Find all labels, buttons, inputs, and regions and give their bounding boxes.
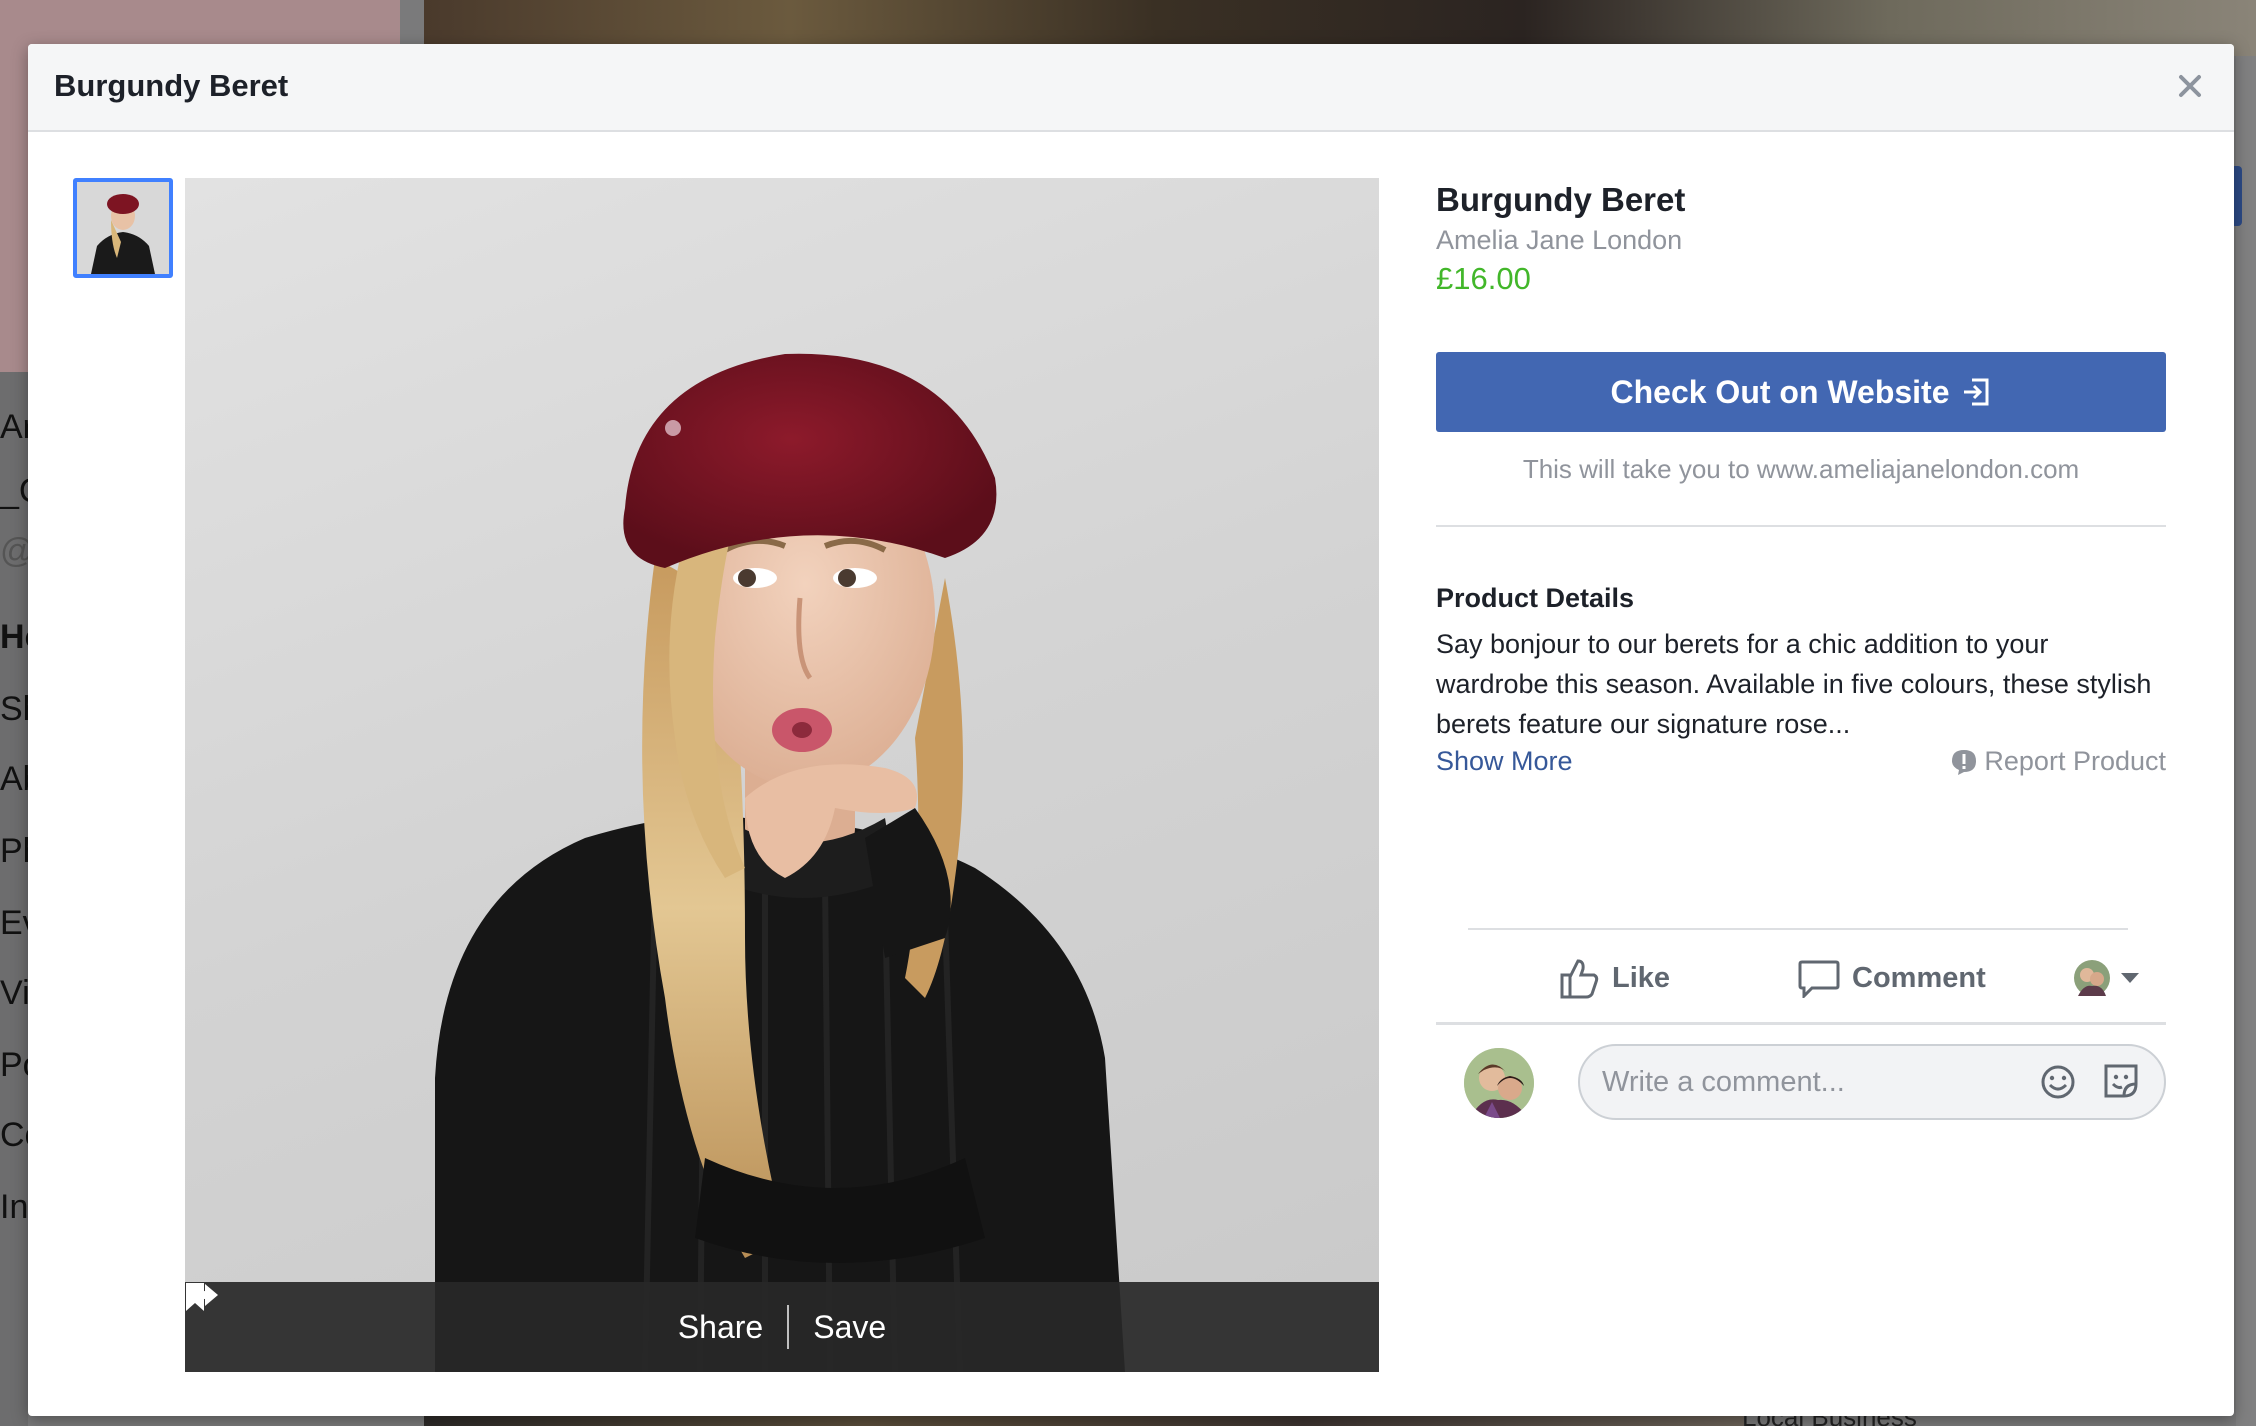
avatar: [1464, 1048, 1534, 1118]
avatar: [2074, 960, 2110, 996]
share-button[interactable]: Share: [187, 1284, 787, 1346]
report-product-label: Report Product: [1984, 746, 2166, 776]
share-label: Share: [677, 1308, 764, 1345]
checkout-button[interactable]: Check Out on Website: [1436, 352, 2166, 432]
product-details-heading: Product Details: [1436, 583, 1635, 613]
thumbs-up-icon: [1560, 959, 1599, 999]
divider: [1436, 1022, 2166, 1025]
product-price: £16.00: [1436, 261, 1531, 296]
bookmark-icon: [186, 1283, 204, 1311]
close-icon: [2179, 75, 2201, 97]
background-right-column: [2236, 56, 2256, 1426]
modal-header: Burgundy Beret: [28, 44, 2234, 132]
save-label: Save: [813, 1308, 887, 1345]
comment-composer: [1464, 1044, 2166, 1124]
details-links-row: Show More Report Product: [1436, 746, 2166, 777]
background-sidebar: [0, 372, 28, 1426]
seller-name[interactable]: Amelia Jane London: [1436, 222, 2166, 258]
checkout-label: Check Out on Website: [1610, 373, 1950, 410]
close-button[interactable]: [2170, 66, 2210, 106]
like-button[interactable]: Like: [1558, 957, 1670, 999]
sticker-button[interactable]: [2100, 1060, 2142, 1107]
show-more-link[interactable]: Show More: [1436, 746, 1573, 777]
product-title: Burgundy Beret: [1436, 181, 1686, 218]
chevron-down-icon: [2121, 973, 2139, 983]
product-photo: Share Save: [185, 178, 1379, 1372]
product-modal: Burgundy Beret Share Save Burgundy Beret…: [28, 44, 2234, 1416]
reaction-actions: Like Comment: [1436, 936, 2166, 1020]
modal-title: Burgundy Beret: [54, 68, 289, 103]
photo-action-bar: Share Save: [185, 1282, 1379, 1372]
comment-icon: [1798, 960, 1840, 998]
comment-label: Comment: [1852, 961, 1986, 994]
comment-field[interactable]: [1578, 1044, 2166, 1120]
alert-icon: [1952, 749, 1977, 775]
save-button[interactable]: Save: [186, 1283, 910, 1346]
comment-button[interactable]: Comment: [1798, 958, 1986, 998]
divider: [1436, 525, 2166, 527]
background-sidebar-text: Vi: [0, 974, 30, 1012]
like-label: Like: [1612, 961, 1671, 994]
thumbnail-image: [77, 182, 169, 274]
emoji-button[interactable]: [2038, 1062, 2078, 1107]
product-details-text: Say bonjour to our berets for a chic add…: [1436, 629, 2152, 739]
user-avatar-image: [1464, 1048, 1534, 1118]
product-image: [435, 353, 1125, 1372]
product-thumbnail[interactable]: [73, 178, 173, 278]
background-sidebar-text: In: [0, 1188, 29, 1226]
report-product-link[interactable]: Report Product: [1950, 746, 2166, 777]
product-info: Burgundy Beret Amelia Jane London £16.00…: [1436, 178, 2166, 777]
divider: [1468, 928, 2128, 930]
smiley-icon: [2041, 1065, 2075, 1099]
external-link-icon: [1963, 378, 1988, 406]
post-as-selector[interactable]: [2074, 960, 2140, 996]
sticker-icon: [2104, 1064, 2138, 1098]
comment-input[interactable]: [1602, 1065, 2002, 1099]
redirect-notice: This will take you to www.ameliajanelond…: [1522, 454, 2080, 484]
